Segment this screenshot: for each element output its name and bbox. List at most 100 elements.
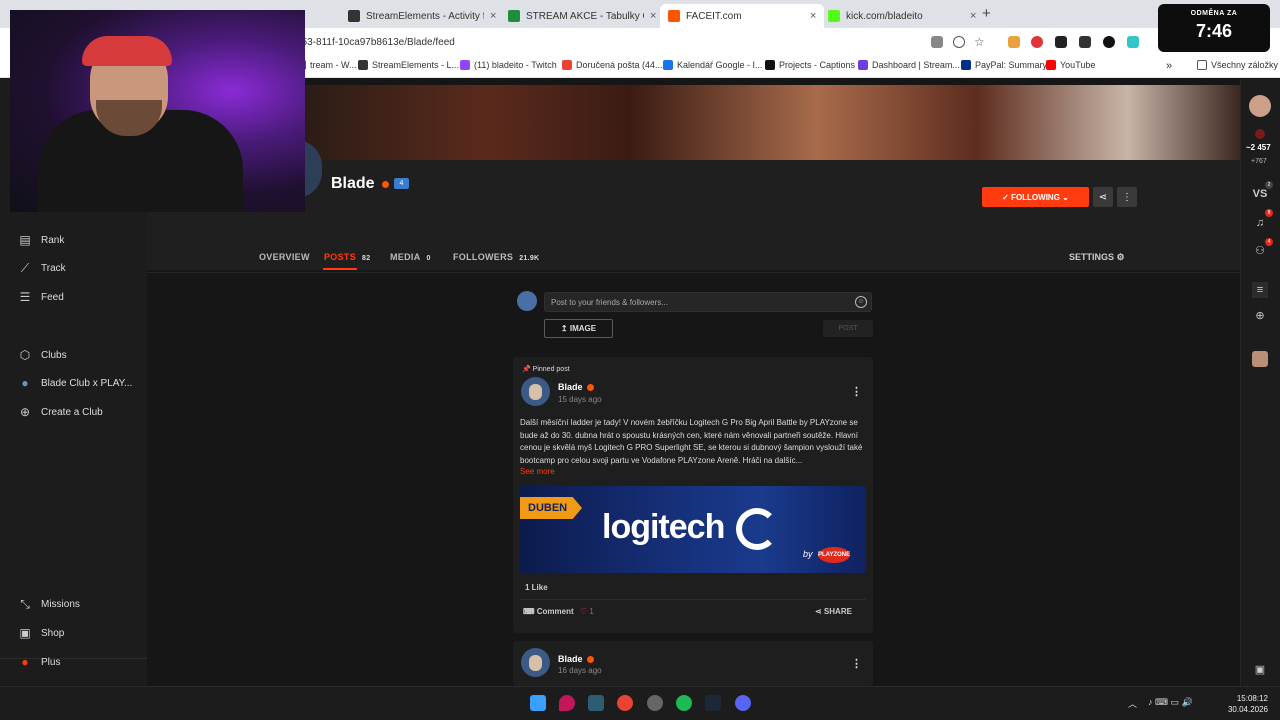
post-menu-icon[interactable]: ⋮ [851, 657, 862, 670]
profile-more-button[interactable]: ⋮ [1117, 187, 1137, 207]
sidebar-item-plus[interactable]: ● Plus [18, 655, 60, 669]
author-name[interactable]: Blade [558, 382, 583, 392]
sidebar-item-clubs[interactable]: ⬡ Clubs [18, 348, 67, 362]
discord-icon[interactable] [735, 695, 751, 711]
friend-avatar[interactable] [1252, 351, 1268, 367]
tab-faceit[interactable]: FACEIT.com × [660, 4, 825, 28]
extension-icon[interactable] [1055, 36, 1067, 48]
extension-icon[interactable] [1103, 36, 1115, 48]
tab-media[interactable]: MEDIA 0 [390, 252, 431, 262]
close-tab-icon[interactable]: × [650, 10, 656, 22]
post-button[interactable]: POST [823, 320, 873, 337]
points-icon [1255, 129, 1265, 139]
windows-start-icon[interactable] [530, 695, 546, 711]
bookmark-label: StreamElements - L... [372, 60, 460, 70]
add-friend-icon[interactable]: ⊕ [1252, 308, 1268, 324]
zoom-icon[interactable] [953, 36, 965, 48]
close-tab-icon[interactable]: × [810, 10, 816, 22]
bell-icon[interactable]: ♫ [1252, 215, 1268, 231]
emoji-icon[interactable]: ☺ [855, 296, 867, 308]
tab-posts[interactable]: POSTS 82 [324, 252, 370, 262]
bookmark-item[interactable]: PayPal: Summary [961, 60, 1047, 70]
share-post-button[interactable]: ⋖ SHARE [815, 607, 852, 616]
bookmark-label: Kalendář Google - I... [677, 60, 763, 70]
steam-icon[interactable] [705, 695, 721, 711]
extension-icon[interactable] [1127, 36, 1139, 48]
tab-overview[interactable]: OVERVIEW [259, 252, 310, 262]
bookmark-item[interactable]: StreamElements - L... [358, 60, 459, 70]
tray-chevron-icon[interactable]: ︿ [1128, 697, 1137, 710]
all-bookmarks-button[interactable]: Všechny záložky [1197, 60, 1278, 70]
author-avatar[interactable] [521, 377, 550, 406]
sidebar-item-shop[interactable]: ▣ Shop [18, 626, 64, 640]
sidebar-item-label: Shop [41, 627, 65, 639]
user-avatar[interactable] [1249, 95, 1271, 117]
chrome-icon[interactable] [617, 695, 633, 711]
app-icon[interactable] [559, 695, 575, 711]
bookmark-item[interactable]: Kalendář Google - I... [663, 60, 763, 70]
missions-icon: ⤡ [20, 596, 30, 611]
extension-icon[interactable] [1079, 36, 1091, 48]
tab-streamelements[interactable]: StreamElements - Activity feed × [340, 4, 504, 28]
sidebar-item-missions[interactable]: ⤡ Missions [18, 597, 80, 611]
sidebar-item-blade-club[interactable]: ● Blade Club x PLAY... [18, 376, 132, 390]
share-profile-button[interactable]: ⋖ [1093, 187, 1113, 207]
sidebar-item-track[interactable]: ⟋ Track [18, 261, 66, 275]
tab-label: OVERVIEW [259, 252, 310, 262]
taskbar-clock[interactable]: 15:08:12 30.04.2026 [1224, 693, 1268, 715]
author-name[interactable]: Blade [558, 654, 583, 664]
like-button[interactable]: ♡ 1 [580, 607, 594, 616]
faceit-logo-icon[interactable]: ▣ [1252, 662, 1268, 678]
likes-count[interactable]: 1 Like [525, 583, 548, 592]
sidebar-item-feed[interactable]: ☰ Feed [18, 290, 64, 304]
following-button[interactable]: ✓ FOLLOWING ⌄ [982, 187, 1089, 207]
party-icon[interactable]: ⚇ [1252, 243, 1268, 259]
close-tab-icon[interactable]: × [970, 10, 976, 22]
friends-list-icon[interactable]: ≡ [1252, 282, 1268, 298]
streamlabs-icon [858, 60, 868, 70]
extension-icon[interactable] [1008, 36, 1020, 48]
author-avatar[interactable] [521, 648, 550, 677]
comment-button[interactable]: ⌨ Comment [523, 607, 574, 616]
right-rail [1240, 79, 1280, 686]
see-more-link[interactable]: See more [520, 467, 555, 476]
bookmark-item[interactable]: Doručená pošta (44... [562, 60, 663, 70]
versus-icon[interactable]: VS [1252, 186, 1268, 202]
close-tab-icon[interactable]: × [490, 10, 496, 22]
bookmark-item[interactable]: tream - W... [296, 60, 357, 70]
settings-button[interactable]: SETTINGS ⚙ [1069, 252, 1125, 263]
more-bookmarks-button[interactable]: » [1166, 60, 1172, 72]
webcam-person-cap [82, 36, 172, 66]
spotify-icon[interactable] [676, 695, 692, 711]
extension-icon[interactable] [1031, 36, 1043, 48]
tab-followers[interactable]: FOLLOWERS 21.9K [453, 252, 539, 262]
party-badge: 4 [1265, 238, 1273, 246]
tab-label: POSTS [324, 252, 357, 262]
url-field[interactable]: 353-811f-10ca97b8613e/Blade/feed [296, 37, 455, 48]
sidebar-item-label: Rank [41, 234, 65, 246]
app-icon[interactable] [588, 695, 604, 711]
post-composer-input[interactable]: Post to your friends & followers... [544, 292, 872, 312]
post-menu-icon[interactable]: ⋮ [851, 385, 862, 398]
level-badge: 4 [394, 178, 409, 189]
bookmark-star-icon[interactable]: ☆ [974, 36, 986, 48]
sidebar-item-rank[interactable]: ▤ Rank [18, 233, 64, 247]
tab-label: FACEIT.com [686, 10, 742, 22]
sidebar-item-create-club[interactable]: ⊕ Create a Club [18, 405, 103, 419]
bookmark-item[interactable]: Projects - Captions [765, 60, 855, 70]
tray-icons[interactable]: ♪ ⌨ ▭ 🔊 [1148, 697, 1218, 708]
new-tab-button[interactable]: + [982, 5, 991, 22]
bookmark-item[interactable]: YouTube [1046, 60, 1095, 70]
tab-stream-akce[interactable]: STREAM AKCE - Tabulky Google × [500, 4, 664, 28]
bookmark-item[interactable]: Dashboard | Stream... [858, 60, 960, 70]
tab-kick[interactable]: kick.com/bladeito × [820, 4, 984, 28]
bookmark-item[interactable]: (11) bladeito - Twitch [460, 60, 557, 70]
faceit-favicon-icon [668, 10, 680, 22]
post-image[interactable]: DUBEN logitech by PLAYZONE [520, 486, 866, 573]
points-delta: +767 [1251, 158, 1267, 165]
clock-time: 15:08:12 [1236, 694, 1268, 703]
bookmark-label: Projects - Captions [779, 60, 856, 70]
obs-icon[interactable] [647, 695, 663, 711]
upload-image-button[interactable]: ↥ IMAGE [544, 319, 613, 338]
translate-icon[interactable] [931, 36, 943, 48]
